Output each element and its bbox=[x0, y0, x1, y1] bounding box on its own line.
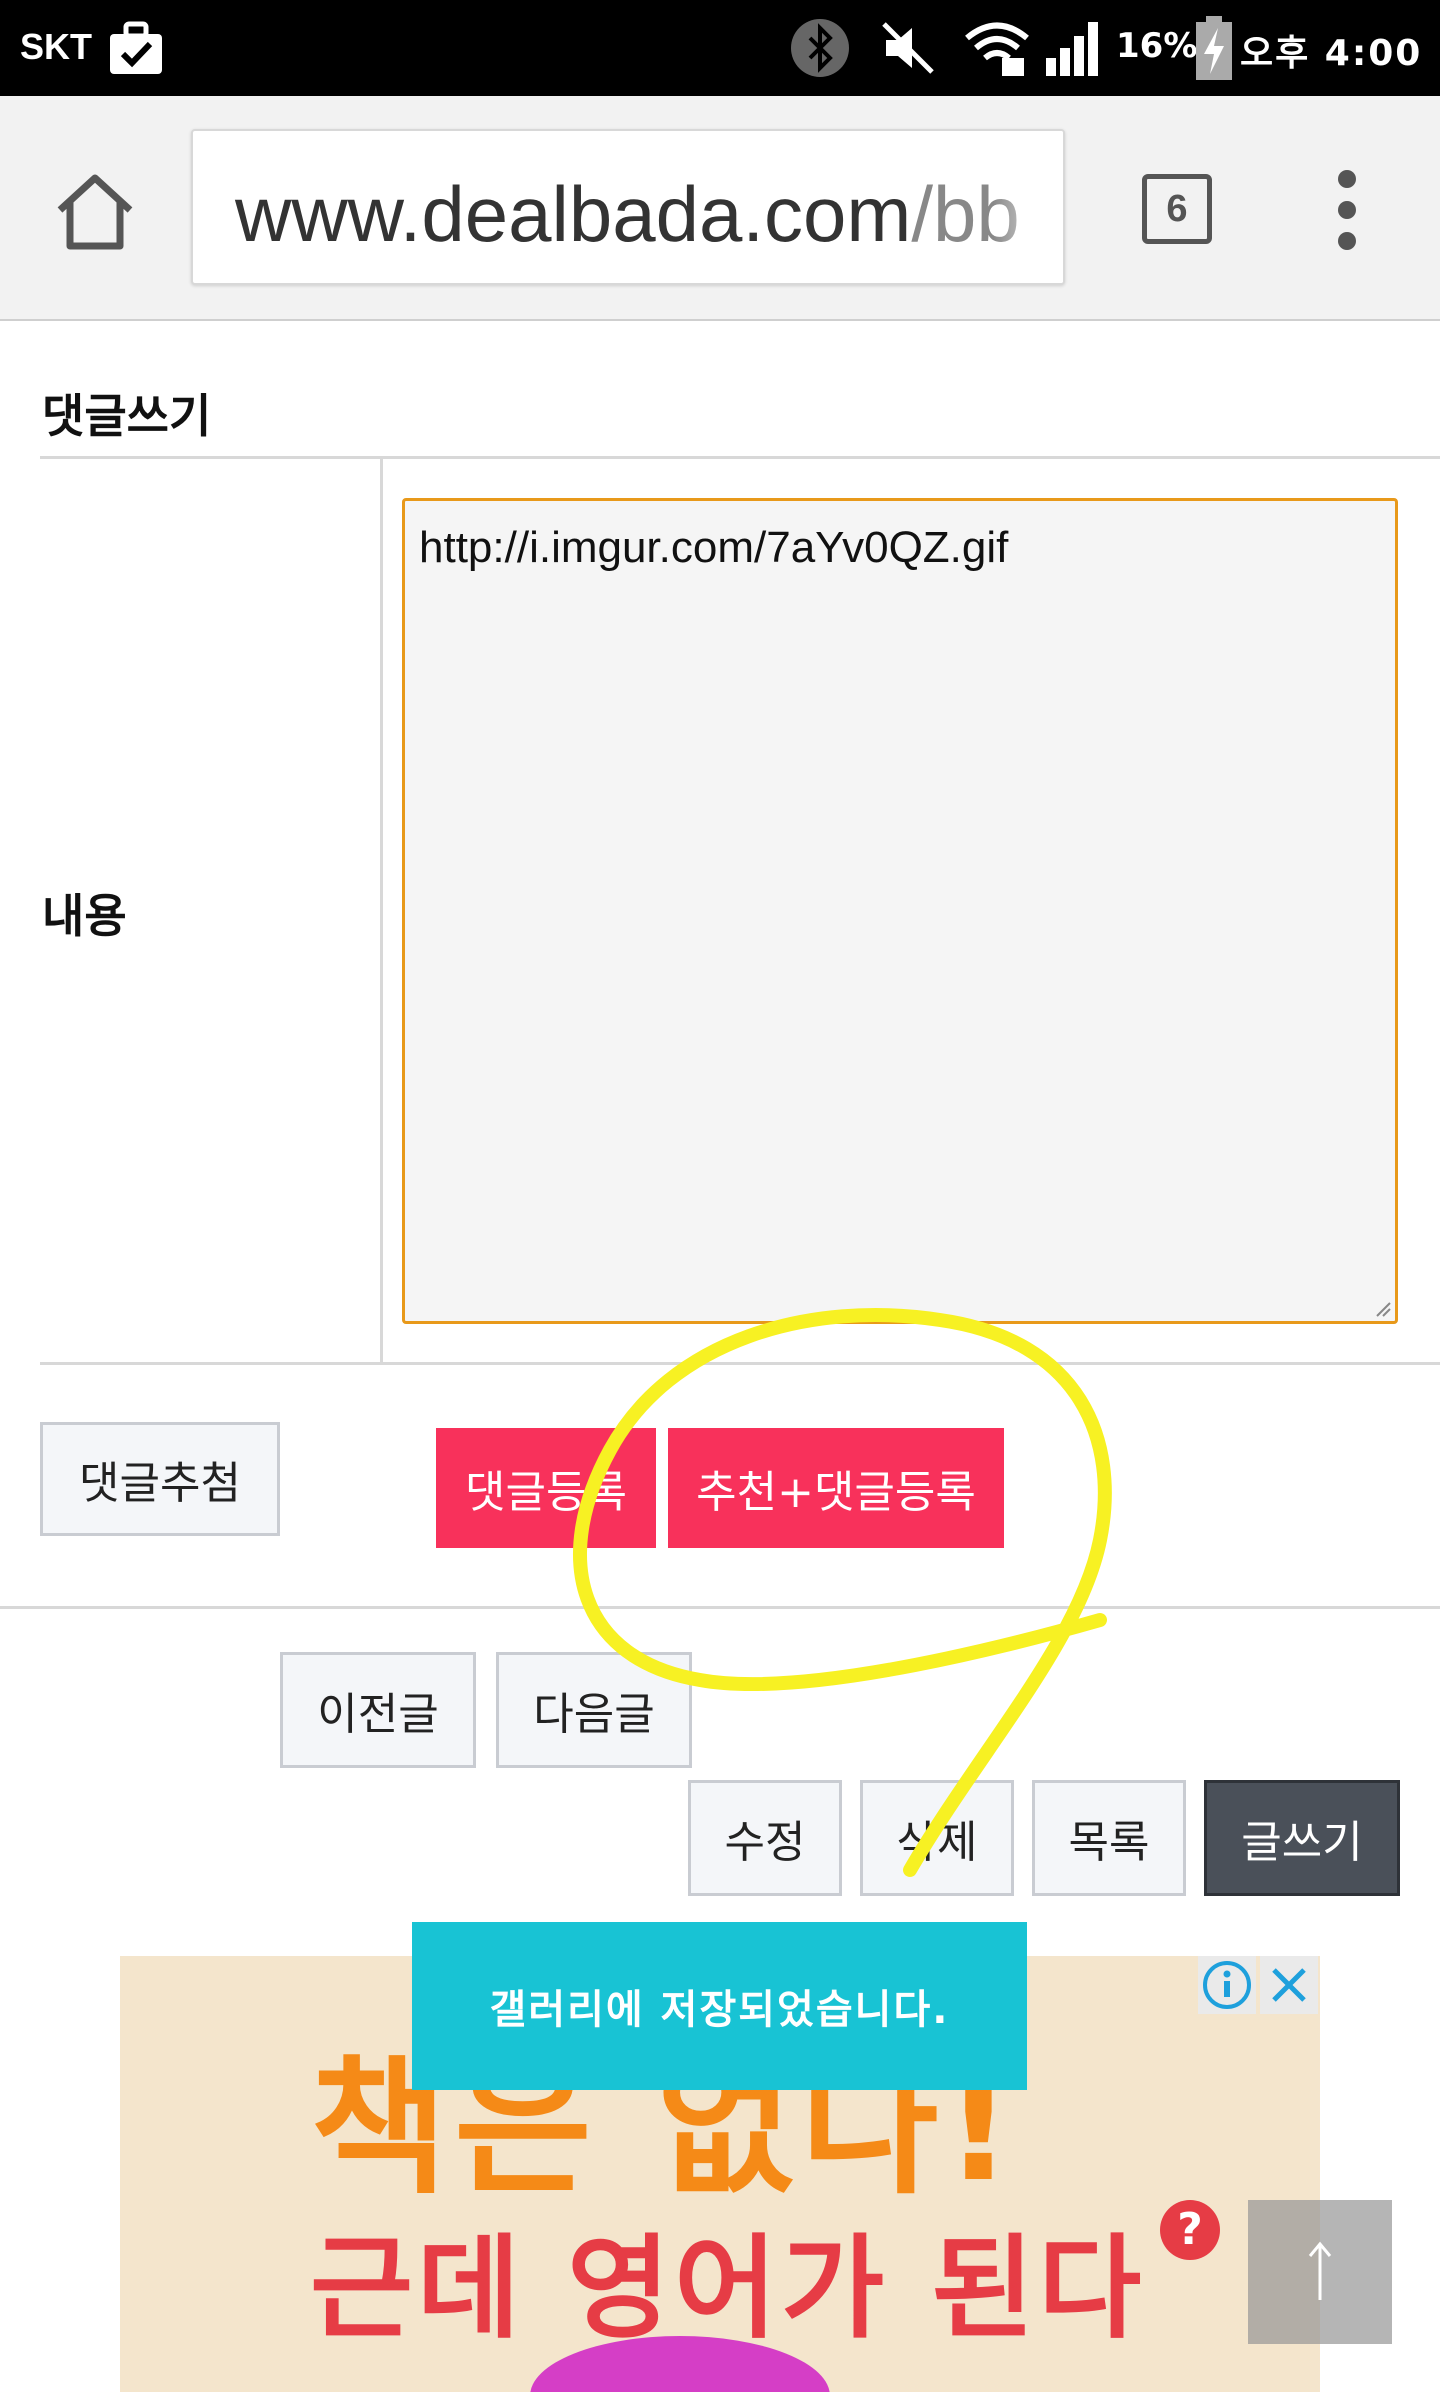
divider bbox=[380, 459, 383, 1362]
ad-close-icon[interactable] bbox=[1260, 1956, 1318, 2014]
list-button[interactable]: 목록 bbox=[1032, 1780, 1186, 1896]
url-fade bbox=[993, 131, 1063, 283]
toast-message: 갤러리에 저장되었습니다. bbox=[412, 1922, 1027, 2090]
content-label: 내용 bbox=[42, 889, 127, 943]
next-post-button[interactable]: 다음글 bbox=[496, 1652, 692, 1768]
battery-charging-icon bbox=[1196, 16, 1232, 80]
comment-recommend-button[interactable]: 댓글추첨 bbox=[40, 1422, 280, 1536]
divider bbox=[0, 1606, 1440, 1609]
submit-comment-button[interactable]: 댓글등록 bbox=[436, 1428, 656, 1548]
edit-button[interactable]: 수정 bbox=[688, 1780, 842, 1896]
home-icon[interactable] bbox=[50, 166, 140, 256]
comment-section-title: 댓글쓰기 bbox=[42, 389, 212, 443]
question-mark-icon: ? bbox=[1160, 2200, 1220, 2260]
battery-percent: 16% bbox=[1116, 26, 1198, 66]
write-button[interactable]: 글쓰기 bbox=[1204, 1780, 1400, 1896]
divider bbox=[40, 1362, 1440, 1365]
briefcase-check-icon bbox=[110, 21, 162, 74]
ad-info-icon[interactable] bbox=[1198, 1956, 1256, 2014]
url-bar[interactable]: www.dealbada.com/bb bbox=[191, 129, 1065, 285]
browser-toolbar: www.dealbada.com/bb 6 bbox=[0, 96, 1440, 321]
recommend-and-comment-button[interactable]: 추천+댓글등록 bbox=[668, 1428, 1004, 1548]
ad-subline: 근데 영어가 된다 bbox=[310, 2224, 1146, 2354]
comment-textarea[interactable]: http://i.imgur.com/7aYv0QZ.gif bbox=[402, 498, 1398, 1324]
tab-switcher-button[interactable]: 6 bbox=[1142, 174, 1212, 244]
url-host: www.dealbada.com bbox=[235, 170, 912, 258]
scroll-top-button[interactable] bbox=[1248, 2200, 1392, 2344]
overflow-menu-icon[interactable] bbox=[1326, 170, 1370, 250]
clock: 오후 4:00 bbox=[1240, 33, 1423, 74]
signal-icon bbox=[1046, 22, 1098, 76]
status-bar: SKT 16% 오후 4:00 bbox=[0, 0, 1440, 96]
delete-button[interactable]: 삭제 bbox=[860, 1780, 1014, 1896]
arrow-up-icon bbox=[1308, 2241, 1332, 2300]
mute-icon bbox=[882, 22, 934, 74]
resize-grip-icon[interactable] bbox=[1373, 1299, 1391, 1317]
url-text[interactable]: www.dealbada.com/bb bbox=[235, 169, 1020, 260]
bluetooth-icon bbox=[791, 19, 849, 77]
divider bbox=[40, 456, 1440, 459]
carrier-label: SKT bbox=[20, 26, 92, 67]
prev-post-button[interactable]: 이전글 bbox=[280, 1652, 476, 1768]
wifi-lock-icon bbox=[965, 22, 1029, 76]
comment-textarea-value: http://i.imgur.com/7aYv0QZ.gif bbox=[419, 523, 1009, 572]
